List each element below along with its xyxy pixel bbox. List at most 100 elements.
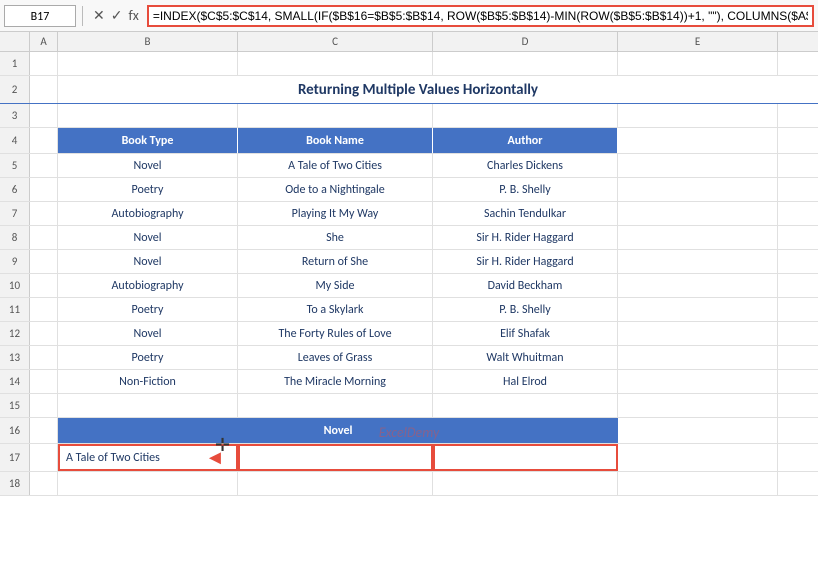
cell-e4[interactable]: [618, 128, 778, 153]
book-name-cell[interactable]: Return of She: [238, 250, 433, 273]
table-row: 9 Novel Return of She Sir H. Rider Hagga…: [0, 250, 818, 274]
row-number: 8: [0, 226, 30, 249]
cell-a5[interactable]: [30, 154, 58, 177]
book-name-cell[interactable]: Playing It My Way: [238, 202, 433, 225]
book-type-cell[interactable]: Poetry: [58, 178, 238, 201]
cell-e5[interactable]: [618, 154, 778, 177]
cell-a13[interactable]: [30, 346, 58, 369]
row-number: 10: [0, 274, 30, 297]
book-name-cell[interactable]: She: [238, 226, 433, 249]
book-type-cell[interactable]: Poetry: [58, 298, 238, 321]
formula-bar: B17 ✕ ✓ fx: [0, 0, 818, 32]
author-cell[interactable]: Sir H. Rider Haggard: [433, 226, 618, 249]
cell-b1[interactable]: [58, 52, 238, 75]
formula-input[interactable]: [147, 5, 814, 27]
author-cell[interactable]: Walt Whuitman: [433, 346, 618, 369]
cell-a15[interactable]: [30, 394, 58, 417]
cell-e17[interactable]: [618, 444, 778, 471]
cell-d15[interactable]: [433, 394, 618, 417]
author-cell[interactable]: P. B. Shelly: [433, 178, 618, 201]
cell-a8[interactable]: [30, 226, 58, 249]
cell-reference-box[interactable]: B17: [4, 5, 76, 27]
author-cell[interactable]: P. B. Shelly: [433, 298, 618, 321]
cell-e13[interactable]: [618, 346, 778, 369]
book-name-cell[interactable]: The Forty Rules of Love: [238, 322, 433, 345]
cell-c3[interactable]: [238, 104, 433, 127]
book-type-cell[interactable]: Autobiography: [58, 274, 238, 297]
cell-b3[interactable]: [58, 104, 238, 127]
cell-d17[interactable]: [433, 444, 618, 471]
cell-a6[interactable]: [30, 178, 58, 201]
col-header-d[interactable]: D: [433, 32, 618, 51]
cell-a10[interactable]: [30, 274, 58, 297]
cell-e9[interactable]: [618, 250, 778, 273]
author-cell[interactable]: Charles Dickens: [433, 154, 618, 177]
book-name-cell[interactable]: The Miracle Morning: [238, 370, 433, 393]
cell-e8[interactable]: [618, 226, 778, 249]
cell-d1[interactable]: [433, 52, 618, 75]
cell-b18[interactable]: [58, 472, 238, 495]
author-cell[interactable]: Hal Elrod: [433, 370, 618, 393]
cell-e18[interactable]: [618, 472, 778, 495]
col-header-a[interactable]: A: [30, 32, 58, 51]
column-headers: A B C D E: [0, 32, 818, 52]
cell-e3[interactable]: [618, 104, 778, 127]
cell-c17[interactable]: [238, 444, 433, 471]
cell-e12[interactable]: [618, 322, 778, 345]
cell-a16[interactable]: [30, 418, 58, 443]
cell-c15[interactable]: [238, 394, 433, 417]
cell-a11[interactable]: [30, 298, 58, 321]
cell-a2[interactable]: [30, 76, 58, 103]
book-name-cell[interactable]: To a Skylark: [238, 298, 433, 321]
cell-a17[interactable]: [30, 444, 58, 471]
cell-a18[interactable]: [30, 472, 58, 495]
section-header-cell: Novel: [58, 418, 618, 443]
book-name-cell[interactable]: A Tale of Two Cities: [238, 154, 433, 177]
author-cell[interactable]: Elif Shafak: [433, 322, 618, 345]
cell-e15[interactable]: [618, 394, 778, 417]
cell-e10[interactable]: [618, 274, 778, 297]
book-name-cell[interactable]: Leaves of Grass: [238, 346, 433, 369]
col-header-b[interactable]: B: [58, 32, 238, 51]
fx-icon[interactable]: fx: [128, 7, 138, 24]
cell-e6[interactable]: [618, 178, 778, 201]
book-type-cell[interactable]: Novel: [58, 226, 238, 249]
cell-e16[interactable]: [618, 418, 778, 443]
book-type-header: Book Type: [58, 128, 238, 153]
cell-e14[interactable]: [618, 370, 778, 393]
author-cell[interactable]: David Beckham: [433, 274, 618, 297]
book-type-cell[interactable]: Novel: [58, 250, 238, 273]
cell-d18[interactable]: [433, 472, 618, 495]
book-type-cell[interactable]: Novel: [58, 154, 238, 177]
cell-a12[interactable]: [30, 322, 58, 345]
cell-a3[interactable]: [30, 104, 58, 127]
book-type-cell[interactable]: Non-Fiction: [58, 370, 238, 393]
cell-a9[interactable]: [30, 250, 58, 273]
book-name-cell[interactable]: My Side: [238, 274, 433, 297]
cell-b2[interactable]: Returning Multiple Values Horizontally: [58, 76, 778, 103]
cell-c1[interactable]: [238, 52, 433, 75]
cell-a1[interactable]: [30, 52, 58, 75]
cell-e7[interactable]: [618, 202, 778, 225]
table-row: 13 Poetry Leaves of Grass Walt Whuitman: [0, 346, 818, 370]
book-name-cell[interactable]: Ode to a Nightingale: [238, 178, 433, 201]
book-type-cell[interactable]: Novel: [58, 322, 238, 345]
cell-a14[interactable]: [30, 370, 58, 393]
col-header-c[interactable]: C: [238, 32, 433, 51]
author-cell[interactable]: Sir H. Rider Haggard: [433, 250, 618, 273]
cell-e11[interactable]: [618, 298, 778, 321]
book-type-cell[interactable]: Autobiography: [58, 202, 238, 225]
cancel-icon[interactable]: ✕: [93, 7, 105, 24]
cell-c18[interactable]: [238, 472, 433, 495]
book-type-cell[interactable]: Poetry: [58, 346, 238, 369]
cell-b15[interactable]: [58, 394, 238, 417]
cell-a4[interactable]: [30, 128, 58, 153]
cell-d3[interactable]: [433, 104, 618, 127]
cell-a7[interactable]: [30, 202, 58, 225]
col-header-e[interactable]: E: [618, 32, 778, 51]
author-cell[interactable]: Sachin Tendulkar: [433, 202, 618, 225]
confirm-icon[interactable]: ✓: [111, 7, 123, 24]
row-number: 16: [0, 418, 30, 443]
cell-e1[interactable]: [618, 52, 778, 75]
formula-icons-group: ✕ ✓ fx: [89, 7, 143, 24]
